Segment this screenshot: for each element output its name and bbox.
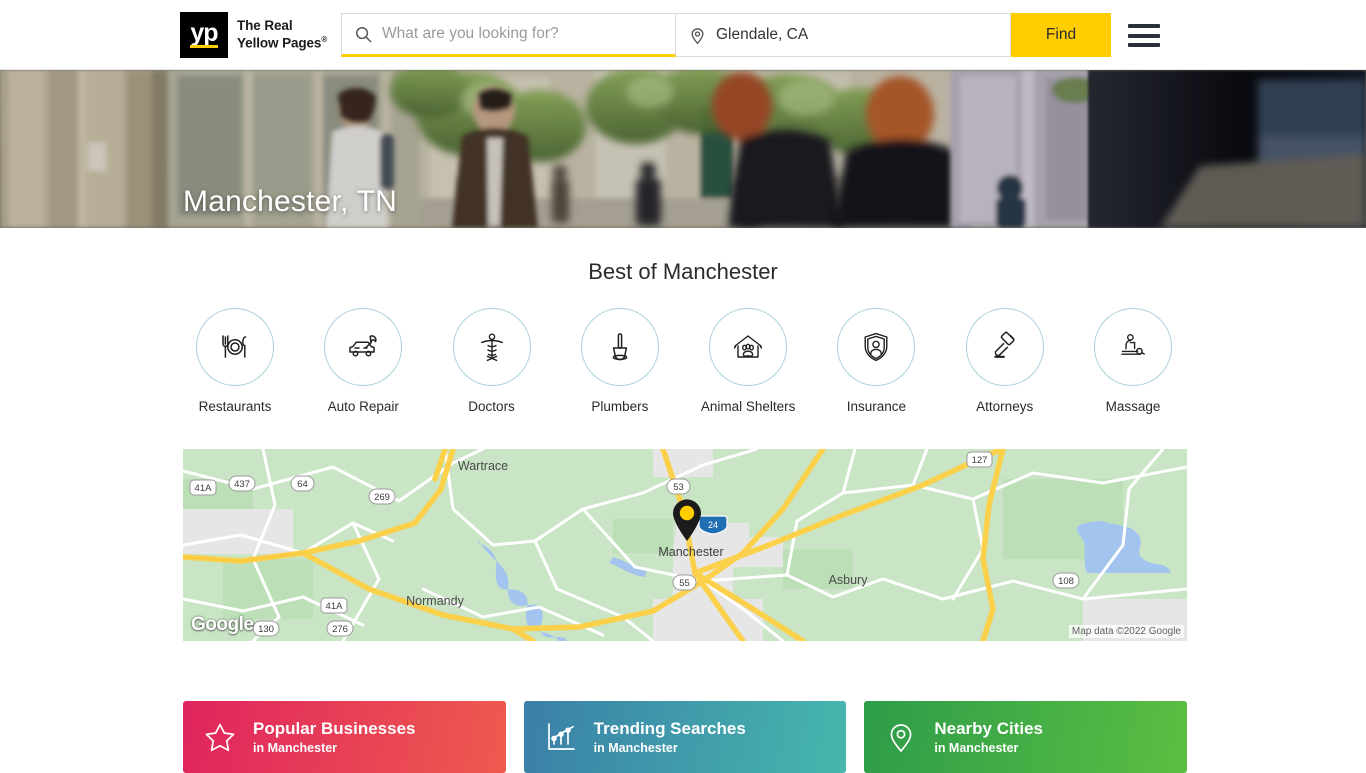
category-doctors[interactable]: Doctors <box>440 308 544 414</box>
category-plumbers[interactable]: Plumbers <box>568 308 672 414</box>
map-place-label: Wartrace <box>458 459 508 473</box>
location-pin-icon <box>884 720 920 754</box>
card-subtitle: in Manchester <box>934 741 1019 756</box>
massage-icon <box>1093 308 1172 386</box>
svg-text:53: 53 <box>673 482 684 493</box>
hamburger-bar <box>1128 43 1160 47</box>
search-input-text: What are you looking for? <box>382 25 559 42</box>
svg-text:276: 276 <box>332 624 348 635</box>
section-heading: Best of Manchester <box>588 259 778 284</box>
find-button[interactable]: Find <box>1011 13 1111 57</box>
route-shield: 41A <box>320 597 348 614</box>
route-shield: 269 <box>368 488 396 505</box>
hamburger-bar <box>1128 24 1160 28</box>
category-label: Plumbers <box>591 399 649 414</box>
category-label: Animal Shelters <box>700 399 796 414</box>
map-canvas: Wartrace Normandy Manchester Asbury 41A … <box>183 449 1187 641</box>
search-group: What are you looking for? Glendale, CA F… <box>341 13 1111 57</box>
map-place-label: Normandy <box>406 594 464 608</box>
category-restaurants[interactable]: Restaurants <box>183 308 287 414</box>
card-nearby-cities[interactable]: Nearby Cities in Manchester <box>864 701 1188 773</box>
svg-text:108: 108 <box>1058 576 1074 587</box>
card-title: Popular Businesses <box>253 718 416 738</box>
trending-chart-icon <box>544 720 580 754</box>
yp-logo-letters: yp <box>190 18 218 47</box>
route-shield: 55 <box>672 574 697 591</box>
hamburger-menu-icon[interactable] <box>1128 24 1160 47</box>
category-attorneys[interactable]: Attorneys <box>953 308 1057 414</box>
route-shield: 64 <box>290 475 315 492</box>
hamburger-bar <box>1128 33 1160 38</box>
hero-banner: Manchester, TN <box>0 70 1366 228</box>
google-watermark: Google <box>191 614 254 635</box>
category-insurance[interactable]: Insurance <box>824 308 928 414</box>
site-header: yp The Real Yellow Pages® What are you l… <box>0 0 1366 70</box>
location-input-text: Glendale, CA <box>716 26 809 43</box>
caduceus-icon <box>452 308 531 386</box>
quick-links-cards: Popular Businesses in Manchester Trendin… <box>183 701 1188 773</box>
svg-text:130: 130 <box>258 624 274 635</box>
svg-text:437: 437 <box>234 479 250 490</box>
svg-text:127: 127 <box>972 455 988 466</box>
star-icon <box>203 720 239 754</box>
route-shield: 437 <box>228 475 256 492</box>
category-auto-repair[interactable]: Auto Repair <box>311 308 415 414</box>
page-title: Manchester, TN <box>183 185 398 218</box>
card-text: Popular Businesses in Manchester <box>253 719 416 755</box>
category-animal-shelters[interactable]: Animal Shelters <box>696 308 800 414</box>
auto-repair-icon <box>324 308 403 386</box>
category-label: Massage <box>1105 399 1161 414</box>
yp-logo-line2: Yellow Pages® <box>237 34 328 51</box>
location-input[interactable]: Glendale, CA <box>676 13 1011 57</box>
city-map[interactable]: Wartrace Normandy Manchester Asbury 41A … <box>183 449 1187 641</box>
card-trending-searches[interactable]: Trending Searches in Manchester <box>523 701 847 773</box>
yp-logo-mark: yp <box>180 12 228 58</box>
category-list: Restaurants Auto Repair Doctors Plumbers… <box>183 308 1185 414</box>
gavel-icon <box>965 308 1044 386</box>
category-label: Insurance <box>846 399 907 414</box>
route-shield: 41A <box>189 479 217 496</box>
main-content: Best of Manchester Restaurants Auto Repa… <box>0 228 1366 773</box>
card-title: Nearby Cities <box>934 718 1044 738</box>
map-attribution: Map data ©2022 Google <box>1068 625 1184 638</box>
card-text: Trending Searches in Manchester <box>594 719 746 755</box>
yp-logo-line1: The Real <box>237 18 293 34</box>
route-shield: 108 <box>1052 572 1080 589</box>
svg-text:41A: 41A <box>195 483 213 494</box>
search-icon <box>354 25 373 44</box>
route-shield: 53 <box>666 478 691 495</box>
restaurant-icon <box>196 308 274 386</box>
svg-text:24: 24 <box>708 520 718 530</box>
location-pin-icon <box>688 26 707 45</box>
yp-logo[interactable]: yp The Real Yellow Pages® <box>180 12 327 58</box>
category-label: Restaurants <box>198 399 272 414</box>
card-popular-businesses[interactable]: Popular Businesses in Manchester <box>183 701 506 773</box>
animal-shelter-icon <box>709 308 788 386</box>
category-label: Doctors <box>468 399 515 414</box>
category-massage[interactable]: Massage <box>1081 308 1185 414</box>
category-label: Auto Repair <box>327 399 399 414</box>
svg-text:41A: 41A <box>326 601 344 612</box>
card-subtitle: in Manchester <box>593 741 678 756</box>
map-place-label: Manchester <box>658 545 723 559</box>
card-subtitle: in Manchester <box>253 741 338 756</box>
card-title: Trending Searches <box>593 718 746 738</box>
yp-logo-text: The Real Yellow Pages® <box>237 18 327 52</box>
yp-logo-trademark: ® <box>321 34 328 44</box>
route-shield-interstate: 24 <box>698 515 728 535</box>
yp-logo-underline <box>190 45 218 48</box>
route-shield: 276 <box>326 620 354 637</box>
svg-text:55: 55 <box>679 578 690 589</box>
route-shield: 130 <box>252 620 280 637</box>
svg-text:64: 64 <box>297 479 308 490</box>
map-place-label: Asbury <box>829 573 869 587</box>
svg-text:269: 269 <box>374 492 390 503</box>
plunger-icon <box>580 308 659 386</box>
search-input[interactable]: What are you looking for? <box>341 13 676 57</box>
card-text: Nearby Cities in Manchester <box>934 719 1043 755</box>
category-label: Attorneys <box>976 399 1034 414</box>
shield-person-icon <box>837 308 916 386</box>
route-shield: 127 <box>966 451 993 468</box>
